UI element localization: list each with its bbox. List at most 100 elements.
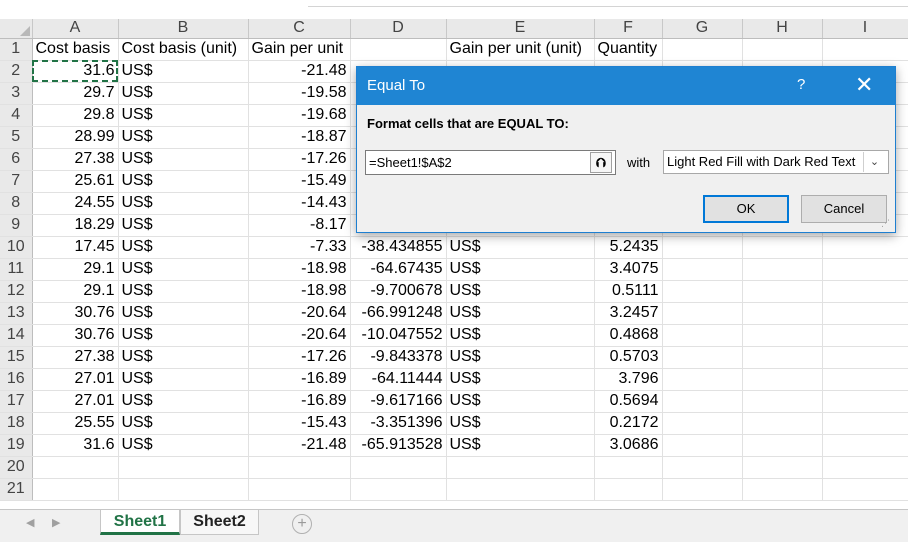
cell-g11[interactable] [662, 258, 743, 281]
help-icon[interactable]: ? [797, 76, 805, 93]
cell-c10[interactable]: -7.33 [248, 236, 351, 259]
cell-f11[interactable]: 3.4075 [594, 258, 663, 281]
cell-c4[interactable]: -19.68 [248, 104, 351, 127]
cell-i18[interactable] [822, 412, 908, 435]
cell-c9[interactable]: -8.17 [248, 214, 351, 237]
cell-c7[interactable]: -15.49 [248, 170, 351, 193]
cell-e14[interactable]: US$ [446, 324, 595, 347]
cell-d1[interactable] [350, 38, 447, 61]
cell-f19[interactable]: 3.0686 [594, 434, 663, 457]
cell-e13[interactable]: US$ [446, 302, 595, 325]
cell-b12[interactable]: US$ [118, 280, 249, 303]
cell-a21[interactable] [32, 478, 119, 501]
column-header-g[interactable]: G [662, 19, 743, 39]
cell-d17[interactable]: -9.617166 [350, 390, 447, 413]
reference-input[interactable]: =Sheet1!$A$2 [365, 150, 616, 175]
row-header[interactable]: 8 [0, 192, 33, 215]
cell-i17[interactable] [822, 390, 908, 413]
cell-e20[interactable] [446, 456, 595, 479]
cell-i20[interactable] [822, 456, 908, 479]
row-header[interactable]: 3 [0, 82, 33, 105]
cell-d13[interactable]: -66.991248 [350, 302, 447, 325]
row-header[interactable]: 2 [0, 60, 33, 83]
column-header-a[interactable]: A [32, 19, 119, 39]
cell-c17[interactable]: -16.89 [248, 390, 351, 413]
cell-g18[interactable] [662, 412, 743, 435]
cell-a16[interactable]: 27.01 [32, 368, 119, 391]
row-header[interactable]: 14 [0, 324, 33, 347]
cell-g1[interactable] [662, 38, 743, 61]
cell-a3[interactable]: 29.7 [32, 82, 119, 105]
cell-i16[interactable] [822, 368, 908, 391]
column-header-b[interactable]: B [118, 19, 249, 39]
next-sheet-icon[interactable]: ▶ [52, 516, 60, 529]
cell-b8[interactable]: US$ [118, 192, 249, 215]
row-header[interactable]: 16 [0, 368, 33, 391]
cell-h17[interactable] [742, 390, 823, 413]
row-header[interactable]: 17 [0, 390, 33, 413]
cell-g19[interactable] [662, 434, 743, 457]
cell-b15[interactable]: US$ [118, 346, 249, 369]
cell-i21[interactable] [822, 478, 908, 501]
cell-i15[interactable] [822, 346, 908, 369]
cell-c13[interactable]: -20.64 [248, 302, 351, 325]
cell-h11[interactable] [742, 258, 823, 281]
cell-b6[interactable]: US$ [118, 148, 249, 171]
column-header-f[interactable]: F [594, 19, 663, 39]
cell-e1[interactable]: Gain per unit (unit) [446, 38, 595, 61]
cell-i12[interactable] [822, 280, 908, 303]
cell-d14[interactable]: -10.047552 [350, 324, 447, 347]
cell-e12[interactable]: US$ [446, 280, 595, 303]
cell-i14[interactable] [822, 324, 908, 347]
row-header[interactable]: 1 [0, 38, 33, 61]
cell-e18[interactable]: US$ [446, 412, 595, 435]
row-header[interactable]: 5 [0, 126, 33, 149]
cell-e11[interactable]: US$ [446, 258, 595, 281]
cell-c3[interactable]: -19.58 [248, 82, 351, 105]
cell-f14[interactable]: 0.4868 [594, 324, 663, 347]
row-header[interactable]: 10 [0, 236, 33, 259]
cell-d10[interactable]: -38.434855 [350, 236, 447, 259]
cell-i11[interactable] [822, 258, 908, 281]
dialog-titlebar[interactable]: Equal To ? ✕ [357, 67, 895, 105]
cell-d20[interactable] [350, 456, 447, 479]
cell-a5[interactable]: 28.99 [32, 126, 119, 149]
ok-button[interactable]: OK [703, 195, 789, 223]
cell-f12[interactable]: 0.5111 [594, 280, 663, 303]
cell-d12[interactable]: -9.700678 [350, 280, 447, 303]
select-all-corner[interactable] [0, 19, 33, 39]
row-header[interactable]: 15 [0, 346, 33, 369]
resize-grip-icon[interactable]: ⋰ [881, 219, 893, 232]
cell-h20[interactable] [742, 456, 823, 479]
cell-b1[interactable]: Cost basis (unit) [118, 38, 249, 61]
cell-g13[interactable] [662, 302, 743, 325]
cell-f20[interactable] [594, 456, 663, 479]
cell-g12[interactable] [662, 280, 743, 303]
cell-b17[interactable]: US$ [118, 390, 249, 413]
cell-e19[interactable]: US$ [446, 434, 595, 457]
row-header[interactable]: 12 [0, 280, 33, 303]
cell-h18[interactable] [742, 412, 823, 435]
row-header[interactable]: 21 [0, 478, 33, 501]
cell-b18[interactable]: US$ [118, 412, 249, 435]
cell-a13[interactable]: 30.76 [32, 302, 119, 325]
row-header[interactable]: 20 [0, 456, 33, 479]
tab-sheet1[interactable]: Sheet1 [100, 510, 180, 535]
cell-e10[interactable]: US$ [446, 236, 595, 259]
cell-h10[interactable] [742, 236, 823, 259]
cell-c2[interactable]: -21.48 [248, 60, 351, 83]
row-header[interactable]: 6 [0, 148, 33, 171]
cell-e16[interactable]: US$ [446, 368, 595, 391]
cell-a1[interactable]: Cost basis [32, 38, 119, 61]
row-header[interactable]: 18 [0, 412, 33, 435]
chevron-down-icon[interactable]: ⌄ [863, 152, 885, 172]
cell-a12[interactable]: 29.1 [32, 280, 119, 303]
prev-sheet-icon[interactable]: ◀ [26, 516, 34, 529]
cell-c14[interactable]: -20.64 [248, 324, 351, 347]
cell-d11[interactable]: -64.67435 [350, 258, 447, 281]
cell-f1[interactable]: Quantity [594, 38, 663, 61]
cell-i1[interactable] [822, 38, 908, 61]
cell-i10[interactable] [822, 236, 908, 259]
cell-b13[interactable]: US$ [118, 302, 249, 325]
cell-c21[interactable] [248, 478, 351, 501]
